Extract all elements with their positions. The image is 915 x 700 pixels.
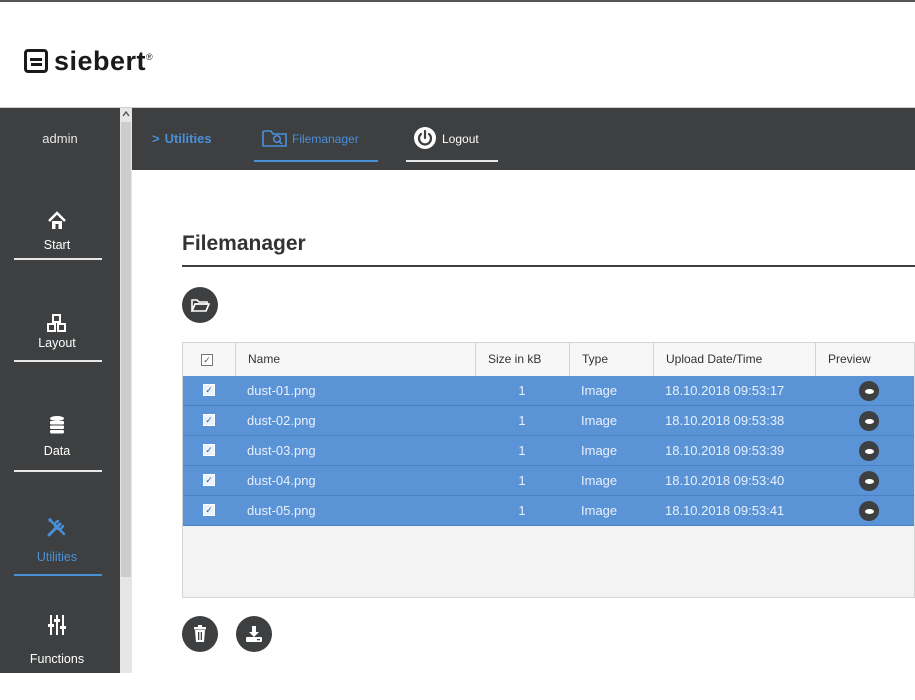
cell-upload-date: 18.10.2018 09:53:40 [665, 473, 785, 488]
column-header-type[interactable]: Type [569, 343, 653, 376]
cell-size: 1 [518, 443, 526, 458]
select-all-checkbox[interactable]: ✓ [201, 354, 213, 366]
cell-size: 1 [518, 473, 526, 488]
column-header-upload-date[interactable]: Upload Date/Time [653, 343, 815, 376]
breadcrumb-utilities[interactable]: > Utilities [152, 131, 212, 146]
top-navigation [132, 108, 915, 170]
column-header-name[interactable]: Name [235, 343, 475, 376]
power-icon [414, 127, 436, 149]
siebert-logo: siebert® [24, 46, 153, 76]
cell-size: 1 [518, 503, 526, 518]
sidebar-item-label: Start [43, 238, 71, 252]
table-row[interactable]: ✓ dust-03.png 1 Image 18.10.2018 09:53:3… [183, 436, 914, 466]
eye-icon[interactable] [859, 381, 879, 401]
cell-size: 1 [518, 383, 526, 398]
divider [14, 258, 102, 260]
cell-upload-date: 18.10.2018 09:53:17 [665, 383, 785, 398]
open-folder-button[interactable] [182, 287, 218, 323]
eye-icon[interactable] [859, 441, 879, 461]
title-divider [182, 265, 915, 267]
cell-name: dust-03.png [247, 443, 316, 458]
cell-name: dust-05.png [247, 503, 316, 518]
eye-icon[interactable] [859, 471, 879, 491]
row-checkbox[interactable]: ✓ [203, 444, 215, 456]
sidebar-item-label: Data [43, 444, 71, 458]
folder-open-icon [190, 299, 210, 312]
cell-name: dust-01.png [247, 383, 316, 398]
table-row[interactable]: ✓ dust-02.png 1 Image 18.10.2018 09:53:3… [183, 406, 914, 436]
row-checkbox[interactable]: ✓ [203, 384, 215, 396]
cell-type: Image [581, 383, 618, 398]
database-icon [12, 412, 102, 438]
row-checkbox[interactable]: ✓ [203, 414, 215, 426]
table-header: ✓ Name Size in kB Type Upload Date/Time … [183, 343, 914, 377]
chevron-right-icon: > [152, 131, 160, 146]
sidebar-scrollbar-thumb[interactable] [121, 122, 131, 577]
cell-upload-date: 18.10.2018 09:53:39 [665, 443, 785, 458]
cell-name: dust-04.png [247, 473, 316, 488]
home-icon [12, 208, 102, 234]
sidebar-item-label: Functions [29, 652, 85, 666]
row-checkbox[interactable]: ✓ [203, 504, 215, 516]
brand-registered-mark: ® [146, 51, 154, 62]
cell-type: Image [581, 473, 618, 488]
cell-upload-date: 18.10.2018 09:53:41 [665, 503, 785, 518]
divider [14, 574, 102, 576]
sidebar-item-functions[interactable]: Functions [12, 608, 102, 700]
sidebar-item-layout[interactable]: Layout [12, 302, 102, 394]
table-body: ✓ dust-01.png 1 Image 18.10.2018 09:53:1… [183, 376, 914, 526]
column-header-size[interactable]: Size in kB [475, 343, 569, 376]
logout-label: Logout [442, 132, 479, 146]
sidebar-item-label: Layout [38, 336, 76, 350]
logout-button[interactable]: Logout [406, 122, 498, 162]
delete-button[interactable] [182, 616, 218, 652]
download-icon [246, 626, 262, 642]
file-table: ✓ Name Size in kB Type Upload Date/Time … [182, 342, 915, 598]
folder-search-icon [262, 128, 288, 153]
trash-icon [194, 625, 206, 642]
sidebar-item-start[interactable]: Start [12, 200, 102, 292]
cell-upload-date: 18.10.2018 09:53:38 [665, 413, 785, 428]
tab-filemanager[interactable]: Filemanager [254, 122, 378, 162]
cell-type: Image [581, 413, 618, 428]
header-bar: siebert® [0, 0, 915, 108]
brand-name: siebert [54, 45, 147, 76]
column-header-preview[interactable]: Preview [815, 343, 914, 376]
eye-icon[interactable] [859, 501, 879, 521]
download-button[interactable] [236, 616, 272, 652]
divider [14, 470, 102, 472]
eye-icon[interactable] [859, 411, 879, 431]
sidebar-item-label: Utilities [36, 550, 78, 564]
sidebar-username: admin [42, 131, 78, 146]
table-row[interactable]: ✓ dust-01.png 1 Image 18.10.2018 09:53:1… [183, 376, 914, 406]
cell-size: 1 [518, 413, 526, 428]
cell-type: Image [581, 503, 618, 518]
table-row[interactable]: ✓ dust-04.png 1 Image 18.10.2018 09:53:4… [183, 466, 914, 496]
breadcrumb-label: Utilities [164, 131, 212, 146]
page-title: Filemanager [182, 232, 306, 255]
cell-name: dust-02.png [247, 413, 316, 428]
scroll-up-arrow-icon[interactable] [120, 108, 132, 122]
sidebar-item-utilities[interactable]: Utilities [12, 506, 102, 598]
divider [14, 360, 102, 362]
logo-mark-icon [24, 49, 48, 73]
tab-filemanager-label: Filemanager [292, 132, 359, 146]
cell-type: Image [581, 443, 618, 458]
layout-icon [12, 310, 102, 336]
row-checkbox[interactable]: ✓ [203, 474, 215, 486]
sliders-icon [12, 612, 102, 638]
tools-icon [12, 514, 102, 540]
sidebar-item-data[interactable]: Data [12, 404, 102, 496]
table-row[interactable]: ✓ dust-05.png 1 Image 18.10.2018 09:53:4… [183, 496, 914, 526]
